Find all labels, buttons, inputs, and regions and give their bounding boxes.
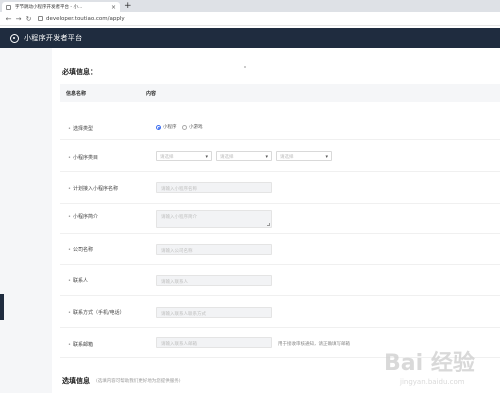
field-label: • 选择类型 [68,126,93,132]
app-header: 小程序开发者平台 [0,28,500,48]
url-field[interactable]: developer.toutiao.com/apply [46,16,125,22]
category-select-1[interactable]: 请选择 ▾ [156,151,212,161]
browser-tab[interactable]: 字节跳动小程序开发者平台 - 小... × [2,2,120,12]
back-button[interactable]: ← [4,15,13,23]
column-content-header: 内容 [146,91,157,97]
company-input[interactable]: 请输入公司名称 [156,244,272,255]
row-company: • 公司名称 请输入公司名称 [60,234,500,265]
field-label: • 小程序简介 [68,214,98,220]
browser-tabstrip: 字节跳动小程序开发者平台 - 小... × + [0,0,500,12]
email-input[interactable]: 请输入联系人邮箱 [156,337,272,348]
loading-dot [244,66,246,68]
row-phone: • 联系方式（手机/电话） 请输入联系人联系方式 [60,296,500,328]
radio-mini-program[interactable]: 小程序 [156,124,177,130]
logo-icon[interactable] [10,33,19,43]
table-header: 信息名称 内容 [60,84,500,102]
intro-textarea[interactable]: 请输入小程序简介 [156,210,272,228]
field-label: • 联系方式（手机/电话） [68,310,125,316]
field-label: • 联系人 [68,278,88,284]
field-label: • 小程序类目 [68,155,98,161]
chevron-down-icon: ▾ [265,154,268,160]
optional-section-title: 选填信息 [62,377,90,385]
forward-button[interactable]: → [14,15,23,23]
field-label: • 公司名称 [68,247,93,253]
side-feedback-tab[interactable] [0,294,4,320]
email-hint: 用于接收审核通知，请正确填写邮箱 [278,342,350,347]
field-label: • 联系邮箱 [68,342,93,348]
category-select-2[interactable]: 请选择 ▾ [216,151,272,161]
row-type: • 选择类型 小程序 小游戏 [60,114,500,140]
baidu-watermark: Bai 经验 jingyan.baidu.com [384,350,475,386]
left-pane [0,48,52,393]
watermark-subtext: jingyan.baidu.com [399,378,465,386]
radio-checked-icon [156,124,161,130]
app-title: 小程序开发者平台 [24,34,83,42]
chevron-down-icon: ▾ [205,154,208,160]
chevron-down-icon: ▾ [325,154,328,160]
radio-unchecked-icon [182,124,187,130]
new-tab-button[interactable]: + [124,1,132,11]
lock-icon [38,16,43,21]
row-category: • 小程序类目 请选择 ▾ 请选择 ▾ 请选择 ▾ [60,140,500,172]
category-select-3[interactable]: 请选择 ▾ [276,151,332,161]
tab-close-icon[interactable]: × [111,4,116,11]
address-bar: ← → ↻ developer.toutiao.com/apply [0,12,500,26]
radio-mini-game[interactable]: 小游戏 [182,124,203,130]
reload-button[interactable]: ↻ [24,15,33,23]
name-input[interactable]: 请输入小程序名称 [156,182,272,193]
optional-section-hint: (选填内容可帮助我们更好地为您提供服务) [96,379,181,384]
required-section-title: 必填信息： [62,68,97,76]
column-name-header: 信息名称 [66,91,87,97]
favicon-icon [6,4,11,10]
phone-input[interactable]: 请输入联系人联系方式 [156,307,272,318]
field-label: • 计划接入小程序名称 [68,186,118,192]
contact-input[interactable]: 请输入联系人 [156,275,272,286]
row-intro: • 小程序简介 请输入小程序简介 [60,204,500,234]
row-contact: • 联系人 请输入联系人 [60,265,500,296]
watermark-text: Bai 经验 [384,350,475,376]
resize-handle-icon[interactable] [267,223,270,226]
row-name: • 计划接入小程序名称 请输入小程序名称 [60,172,500,204]
tab-title: 字节跳动小程序开发者平台 - 小... [15,5,83,10]
